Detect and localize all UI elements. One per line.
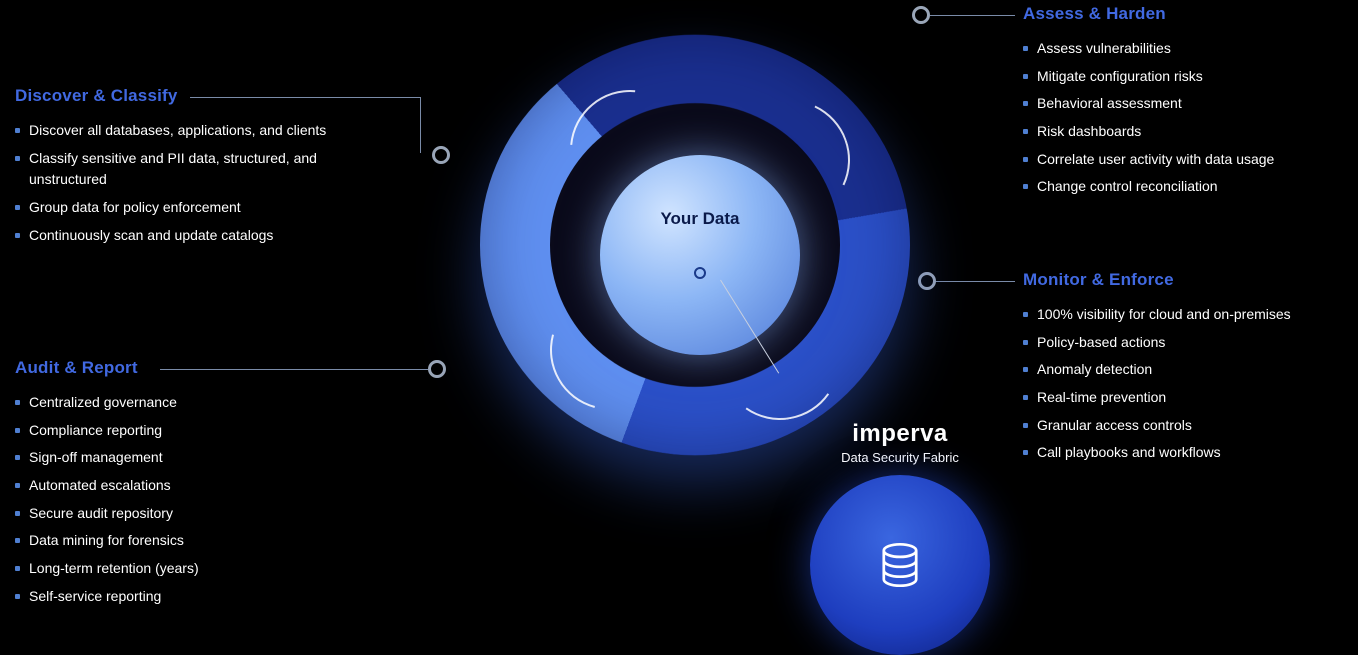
list-item: Continuously scan and update catalogs	[15, 225, 395, 247]
list-item: Classify sensitive and PII data, structu…	[15, 148, 395, 191]
database-bubble	[810, 475, 990, 655]
list-item: Policy-based actions	[1023, 332, 1343, 354]
list-item: Data mining for forensics	[15, 530, 395, 552]
list-item: Sign-off management	[15, 447, 395, 469]
connector-line	[420, 97, 421, 153]
connector-dot-icon	[428, 360, 446, 378]
connector-line	[190, 97, 420, 98]
section-title-audit: Audit & Report	[15, 358, 395, 378]
section-audit: Audit & Report Centralized governance Co…	[15, 358, 395, 614]
list-item: Compliance reporting	[15, 420, 395, 442]
section-assess: Assess & Harden Assess vulnerabilities M…	[1023, 4, 1343, 204]
brand-logo: imperva	[820, 420, 980, 448]
list-item: Secure audit repository	[15, 503, 395, 525]
core-center-dot-icon	[694, 267, 706, 279]
core-sphere: Your Data	[600, 155, 800, 355]
list-item: Risk dashboards	[1023, 121, 1343, 143]
list-item: Real-time prevention	[1023, 387, 1343, 409]
list-discover: Discover all databases, applications, an…	[15, 120, 395, 246]
section-discover: Discover & Classify Discover all databas…	[15, 86, 395, 252]
list-item: Group data for policy enforcement	[15, 197, 395, 219]
section-title-discover: Discover & Classify	[15, 86, 395, 106]
list-audit: Centralized governance Compliance report…	[15, 392, 395, 608]
brand-subtitle: Data Security Fabric	[820, 450, 980, 465]
section-monitor: Monitor & Enforce 100% visibility for cl…	[1023, 270, 1343, 470]
list-item: Automated escalations	[15, 475, 395, 497]
list-item: Mitigate configuration risks	[1023, 66, 1343, 88]
list-item: Assess vulnerabilities	[1023, 38, 1343, 60]
database-icon	[873, 538, 927, 592]
list-monitor: 100% visibility for cloud and on-premise…	[1023, 304, 1343, 464]
list-item: Long-term retention (years)	[15, 558, 395, 580]
core-label: Your Data	[660, 209, 739, 229]
list-item: Self-service reporting	[15, 586, 395, 608]
connector-line	[160, 369, 428, 370]
list-item: Granular access controls	[1023, 415, 1343, 437]
list-item: Centralized governance	[15, 392, 395, 414]
list-item: Change control reconciliation	[1023, 176, 1343, 198]
brand-block: imperva Data Security Fabric	[820, 420, 980, 465]
list-item: Behavioral assessment	[1023, 93, 1343, 115]
connector-dot-icon	[432, 146, 450, 164]
list-item: Correlate user activity with data usage	[1023, 149, 1343, 171]
section-title-assess: Assess & Harden	[1023, 4, 1343, 24]
section-title-monitor: Monitor & Enforce	[1023, 270, 1343, 290]
list-item: 100% visibility for cloud and on-premise…	[1023, 304, 1343, 326]
list-item: Discover all databases, applications, an…	[15, 120, 395, 142]
list-item: Call playbooks and workflows	[1023, 442, 1343, 464]
list-assess: Assess vulnerabilities Mitigate configur…	[1023, 38, 1343, 198]
list-item: Anomaly detection	[1023, 359, 1343, 381]
